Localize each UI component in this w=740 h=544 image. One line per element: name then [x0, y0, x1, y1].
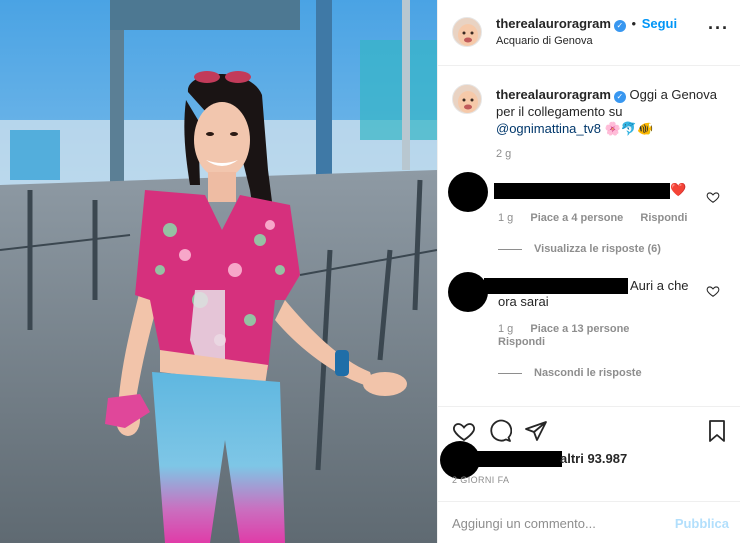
author-avatar[interactable] [452, 17, 482, 47]
verified-badge-icon: ✓ [613, 91, 626, 103]
caption-username[interactable]: therealauroragram [496, 87, 611, 102]
comment-time[interactable]: 1 g [498, 212, 513, 224]
post-photo[interactable] [0, 0, 437, 543]
comment-text-line1: Auri a che [630, 278, 689, 293]
more-options-icon[interactable]: ··· [708, 19, 729, 37]
redacted-avatar [448, 272, 488, 312]
post-date[interactable]: 2 GIORNI FA [452, 475, 509, 485]
view-replies-button[interactable]: Visualizza le risposte (6) [498, 243, 661, 255]
comment-meta: 1 g Piace a 4 persone Rispondi [498, 212, 701, 224]
publish-button[interactable]: Pubblica [675, 516, 729, 531]
location-link[interactable]: Acquario di Genova [496, 35, 593, 47]
redacted-comment-author [484, 278, 628, 294]
post-actions: altri 93.987 2 GIORNI FA Aggiungi un com… [438, 406, 740, 543]
reply-button[interactable]: Rispondi [498, 336, 545, 348]
separator-dot: • [631, 16, 637, 31]
add-comment-bar: Aggiungi un commento... Pubblica [438, 501, 740, 544]
comment-likes[interactable]: Piace a 13 persone [530, 323, 629, 335]
redacted-comment-text [494, 183, 670, 199]
like-heart-icon[interactable] [452, 419, 476, 443]
caption-timestamp[interactable]: 2 g [496, 148, 511, 160]
baby-photo-icon [453, 85, 481, 113]
reply-button[interactable]: Rispondi [640, 212, 687, 224]
like-comment-heart-icon[interactable] [706, 190, 720, 204]
redacted-avatar [440, 441, 480, 479]
comment-meta: 1 g Piace a 13 persone [498, 323, 643, 335]
save-bookmark-icon[interactable] [705, 419, 729, 443]
redacted-liker-name [476, 451, 562, 467]
follow-button[interactable]: Segui [642, 16, 677, 31]
post-image [0, 0, 437, 543]
post-header: therealauroragram ✓ • Segui Acquario di G… [438, 0, 740, 66]
author-username[interactable]: therealauroragram [496, 16, 611, 31]
likes-count[interactable]: altri 93.987 [560, 451, 627, 466]
post-details-panel: therealauroragram ✓ • Segui Acquario di G… [437, 0, 740, 543]
comment-input[interactable]: Aggiungi un commento... [452, 516, 596, 531]
caption-author-avatar[interactable] [452, 84, 482, 114]
redacted-avatar [448, 172, 488, 212]
like-comment-heart-icon[interactable] [706, 284, 720, 298]
comment-text-line2: ora sarai [498, 294, 549, 309]
verified-badge-icon: ✓ [613, 20, 626, 32]
share-paper-plane-icon[interactable] [524, 419, 548, 443]
hide-replies-button[interactable]: Nascondi le risposte [498, 367, 642, 379]
comment-emoji: ❤️ [670, 182, 687, 197]
post-caption: therealauroragram ✓ Oggi a Genova per il … [496, 86, 728, 137]
caption-mention-link[interactable]: @ognimattina_tv8 [496, 121, 601, 136]
comment-likes[interactable]: Piace a 4 persone [530, 212, 623, 224]
comment-bubble-icon[interactable] [488, 419, 512, 443]
caption-emoji: 🌸🐬🐠 [604, 121, 654, 136]
baby-photo-icon [453, 18, 481, 46]
comment-time[interactable]: 1 g [498, 323, 513, 335]
